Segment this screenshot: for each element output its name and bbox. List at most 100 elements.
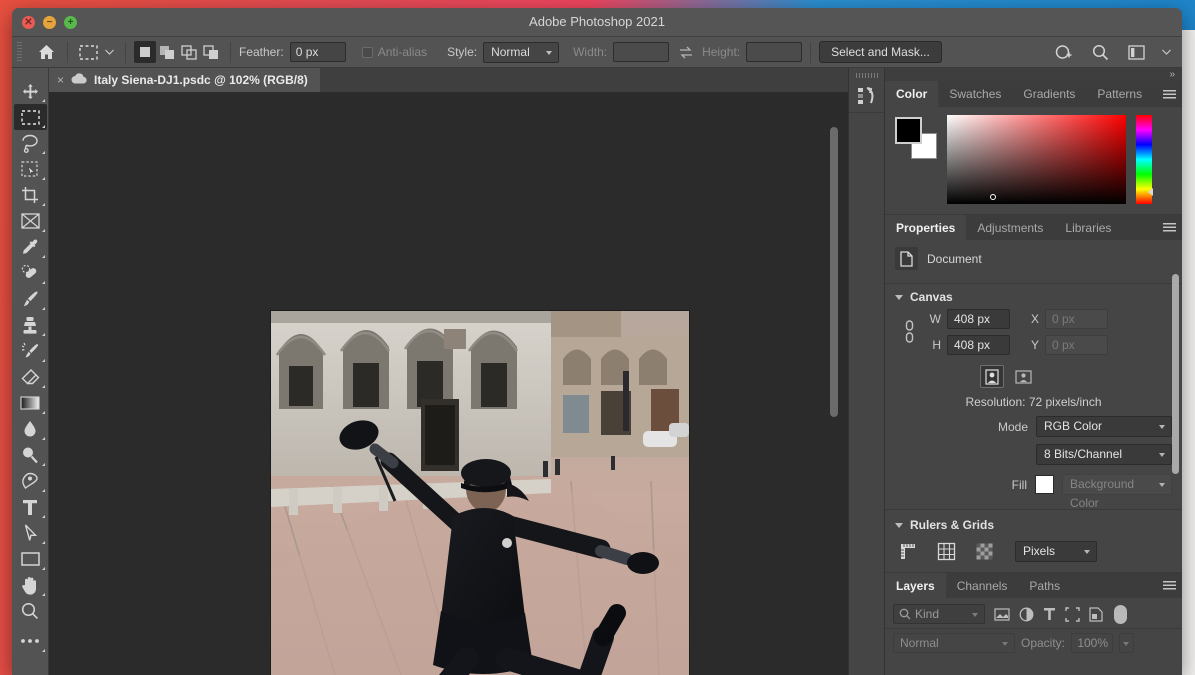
height-input[interactable] [746,42,802,62]
color-picker-field[interactable] [947,115,1126,204]
fill-source-select[interactable]: Background Color [1062,474,1172,495]
dock-collapse-bar[interactable]: » [885,68,1182,81]
portrait-orientation-icon[interactable] [980,365,1004,388]
share-icon[interactable] [1052,41,1077,64]
canvas-x-input[interactable]: 0 px [1045,309,1108,329]
spot-healing-brush-tool[interactable] [14,260,47,286]
clone-stamp-tool[interactable] [14,312,47,338]
feather-input[interactable]: 0 px [290,42,346,62]
color-panel-tabs: Color Swatches Gradients Patterns [885,81,1182,107]
new-selection-button[interactable] [134,41,156,63]
zoom-tool[interactable] [14,598,47,624]
type-layer-filter-icon[interactable] [1043,607,1056,621]
tab-layers[interactable]: Layers [885,573,946,598]
shape-layer-filter-icon[interactable] [1065,607,1080,622]
tab-gradients[interactable]: Gradients [1012,81,1086,107]
object-selection-tool[interactable] [14,156,47,182]
path-selection-tool[interactable] [14,520,47,546]
tab-close-icon[interactable]: × [57,73,64,87]
move-tool[interactable] [14,78,47,104]
eraser-tool[interactable] [14,364,47,390]
lasso-tool[interactable] [14,130,47,156]
history-brush-tool[interactable] [14,338,47,364]
chevron-down-icon[interactable] [895,295,903,300]
subtract-from-selection-button[interactable] [178,41,200,63]
tab-patterns[interactable]: Patterns [1086,81,1153,107]
canvas-vertical-scrollbar[interactable] [830,105,838,675]
gradient-tool[interactable] [14,390,47,416]
adjustment-layer-filter-icon[interactable] [1019,607,1034,622]
color-picker-marker[interactable] [990,194,996,200]
tab-color[interactable]: Color [885,81,938,107]
intersect-with-selection-button[interactable] [200,41,222,63]
rectangle-tool[interactable] [14,546,47,572]
style-select[interactable]: Normal [483,42,559,63]
opacity-chevron-down-icon[interactable] [1119,633,1134,653]
tab-paths[interactable]: Paths [1018,573,1071,598]
rectangular-marquee-tool[interactable] [14,104,47,130]
tab-adjustments[interactable]: Adjustments [966,215,1054,240]
pixel-layer-filter-icon[interactable] [994,608,1010,621]
bit-depth-select[interactable]: 8 Bits/Channel [1036,444,1172,465]
brush-tool[interactable] [14,286,47,312]
canvas-width-input[interactable]: 408 px [947,309,1010,329]
marquee-tool-preset-icon[interactable] [76,41,101,64]
canvas-section-header[interactable]: Canvas [885,284,1182,306]
panel-menu-icon[interactable] [1156,215,1182,240]
select-and-mask-button[interactable]: Select and Mask... [819,41,942,63]
grid-icon[interactable] [935,542,957,562]
swap-width-height-icon[interactable] [673,41,698,64]
dock-grip[interactable] [856,71,878,79]
width-input[interactable] [613,42,669,62]
rulers-grids-section-header[interactable]: Rulers & Grids [885,510,1182,534]
search-icon[interactable] [1088,41,1113,64]
options-bar-grip[interactable] [16,42,23,62]
anti-alias-checkbox[interactable] [362,47,373,58]
fill-color-swatch[interactable] [1035,475,1054,494]
expand-panels-icon[interactable]: » [1169,69,1173,80]
history-panel-icon[interactable] [849,79,884,113]
canvas-area[interactable] [49,93,848,675]
dodge-tool[interactable] [14,442,47,468]
tab-swatches[interactable]: Swatches [938,81,1012,107]
workspace-icon[interactable] [1124,41,1149,64]
ruler-icon[interactable] [897,542,919,562]
frame-tool[interactable] [14,208,47,234]
hand-tool[interactable] [14,572,47,598]
link-aspect-ratio-icon[interactable] [901,319,917,345]
pen-tool[interactable] [14,468,47,494]
smart-object-filter-icon[interactable] [1089,607,1103,622]
layer-kind-filter-select[interactable]: Kind [893,604,985,624]
tool-preset-chevron-down-icon[interactable] [101,41,117,64]
properties-panel-scrollbar[interactable] [1172,274,1179,474]
foreground-color-swatch[interactable] [895,117,922,144]
color-mode-select[interactable]: RGB Color [1036,416,1172,437]
opacity-input[interactable]: 100% [1071,633,1113,653]
panel-menu-icon[interactable] [1156,81,1182,107]
tab-channels[interactable]: Channels [946,573,1019,598]
crop-tool[interactable] [14,182,47,208]
edit-toolbar-more-icon[interactable] [14,628,47,654]
eyedropper-tool[interactable] [14,234,47,260]
canvas-y-input[interactable]: 0 px [1045,335,1108,355]
panel-menu-icon[interactable] [1156,573,1182,598]
canvas-height-input[interactable]: 408 px [947,335,1010,355]
filter-enable-toggle[interactable] [1114,605,1127,624]
type-tool[interactable] [14,494,47,520]
add-to-selection-button[interactable] [156,41,178,63]
chevron-down-icon[interactable] [1160,41,1172,64]
document-tab[interactable]: × Italy Siena-DJ1.psdc @ 102% (RGB/8) [49,67,320,92]
transparency-checkerboard-icon[interactable] [973,542,995,562]
hue-slider-marker[interactable] [1148,188,1153,196]
tab-properties[interactable]: Properties [885,215,966,240]
landscape-orientation-icon[interactable] [1012,365,1036,388]
canvas-image[interactable] [271,311,689,675]
ruler-units-select[interactable]: Pixels [1015,541,1097,562]
blur-tool[interactable] [14,416,47,442]
chevron-down-icon[interactable] [895,523,903,528]
home-icon[interactable] [34,41,59,64]
tab-libraries[interactable]: Libraries [1054,215,1122,240]
hue-slider[interactable] [1136,115,1152,204]
properties-panel-tabs: Properties Adjustments Libraries [885,214,1182,240]
blend-mode-select[interactable]: Normal [893,633,1015,653]
